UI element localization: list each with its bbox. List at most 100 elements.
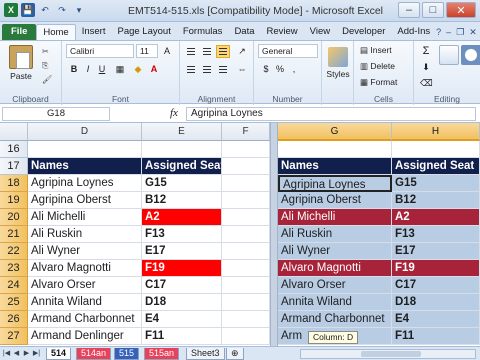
seat-cell[interactable]: G15 (142, 175, 222, 192)
tab-insert[interactable]: Insert (76, 24, 112, 40)
percent-button[interactable]: % (274, 63, 286, 75)
cell-f17[interactable] (222, 158, 270, 175)
name-cell[interactable]: Ali Ruskin (28, 226, 142, 243)
name-cell[interactable]: Annita Wiland (278, 294, 392, 311)
cell-f16[interactable] (222, 141, 270, 158)
name-cell[interactable]: Agripina Oberst (28, 192, 142, 209)
fill-icon[interactable]: ⬇ (420, 61, 432, 73)
format-button[interactable]: ▦ Format (360, 77, 397, 88)
row-header-23[interactable]: 23 (0, 260, 28, 277)
row-header-17[interactable]: 17 (0, 158, 28, 175)
maximize-button[interactable]: □ (422, 2, 444, 18)
styles-button[interactable]: Styles (325, 47, 351, 79)
excel-logo-icon[interactable]: X (4, 3, 18, 17)
name-cell[interactable]: Ali Wyner (278, 243, 392, 260)
next-sheet-icon[interactable]: ▶ (22, 349, 31, 359)
cell-f22[interactable] (222, 243, 270, 260)
sheet-tab-514an[interactable]: 514an (76, 348, 112, 360)
align-top-icon[interactable] (184, 45, 198, 58)
names-header-left[interactable]: Names (28, 158, 142, 175)
redo-icon[interactable]: ↷ (55, 3, 69, 17)
column-header-f[interactable]: F (222, 123, 270, 141)
align-left-icon[interactable] (184, 63, 198, 76)
borders-icon[interactable]: ▦ (114, 63, 126, 75)
merge-icon[interactable]: ⇔ (236, 63, 248, 75)
ribbon-close-icon[interactable]: ✕ (469, 27, 477, 38)
seat-header-right[interactable]: Assigned Seat (392, 158, 480, 175)
cell-f24[interactable] (222, 277, 270, 294)
cell-h16[interactable] (392, 141, 480, 158)
cell-e16[interactable] (142, 141, 222, 158)
minimize-button[interactable]: – (398, 2, 420, 18)
seat-cell[interactable]: D18 (142, 294, 222, 311)
formula-input[interactable]: Agripina Loynes (186, 107, 476, 121)
insert-function-icon[interactable]: fx (170, 107, 178, 119)
row-header-16[interactable]: 16 (0, 141, 28, 158)
row-header-20[interactable]: 20 (0, 209, 28, 226)
undo-icon[interactable]: ↶ (38, 3, 52, 17)
horizontal-scrollbar[interactable] (300, 349, 476, 359)
format-painter-icon[interactable]: 🖌 (42, 75, 54, 85)
name-cell[interactable]: Alvaro Orser (278, 277, 392, 294)
cell-f26[interactable] (222, 311, 270, 328)
insert-sheet-icon[interactable]: ⊕ (226, 348, 244, 360)
window-split-bar[interactable] (270, 123, 278, 346)
currency-button[interactable]: $ (260, 63, 272, 75)
seat-cell[interactable]: F11 (392, 328, 480, 345)
name-cell[interactable]: Alvaro Magnotti (28, 260, 142, 277)
last-sheet-icon[interactable]: ▶| (32, 349, 41, 359)
name-cell[interactable]: Ali Wyner (28, 243, 142, 260)
font-color-icon[interactable]: A (148, 63, 160, 75)
underline-button[interactable]: U (96, 63, 108, 75)
ribbon-minimize-icon[interactable]: – (446, 27, 451, 37)
align-center-icon[interactable] (200, 63, 214, 76)
seat-cell-highlighted[interactable]: F19 (142, 260, 222, 277)
name-cell[interactable]: Alvaro Orser (28, 277, 142, 294)
row-header-25[interactable]: 25 (0, 294, 28, 311)
seat-cell[interactable]: F11 (142, 328, 222, 345)
seat-cell-highlighted[interactable]: A2 (392, 209, 480, 226)
name-cell[interactable]: Armand Denlinger (28, 328, 142, 345)
orientation-icon[interactable]: ↗ (236, 45, 248, 57)
tab-add-ins[interactable]: Add-Ins (391, 24, 436, 40)
name-cell[interactable]: Armand Charbonnet (278, 311, 392, 328)
bold-button[interactable]: B (68, 63, 80, 75)
cell-f18[interactable] (222, 175, 270, 192)
seat-cell[interactable]: F13 (142, 226, 222, 243)
seat-cell-highlighted[interactable]: A2 (142, 209, 222, 226)
tab-page-layout[interactable]: Page Layout (111, 24, 176, 40)
customize-qat-icon[interactable]: ▾ (72, 3, 86, 17)
italic-button[interactable]: I (82, 63, 94, 75)
column-header-d[interactable]: D (28, 123, 142, 141)
sheet-tab-515[interactable]: 515 (114, 348, 140, 360)
seat-cell[interactable]: D18 (392, 294, 480, 311)
row-header-21[interactable]: 21 (0, 226, 28, 243)
seat-cell[interactable]: G15 (392, 175, 480, 192)
seat-cell-highlighted[interactable]: F19 (392, 260, 480, 277)
scrollbar-thumb[interactable] (361, 351, 421, 357)
sheet-tab-514[interactable]: 514 (46, 348, 72, 360)
close-button[interactable]: ✕ (446, 2, 476, 18)
copy-icon[interactable]: ⎘ (42, 61, 54, 71)
tab-developer[interactable]: Developer (336, 24, 391, 40)
clear-icon[interactable]: ⌫ (420, 77, 433, 89)
insert-button[interactable]: ▤ Insert (360, 45, 392, 56)
column-header-h[interactable]: H (392, 123, 480, 141)
find-select-button[interactable] (458, 45, 480, 67)
tab-home[interactable]: Home (36, 24, 76, 40)
comma-button[interactable]: , (288, 63, 300, 75)
name-box[interactable]: G18 (2, 107, 110, 121)
ribbon-restore-icon[interactable]: ❐ (456, 27, 464, 38)
align-right-icon[interactable] (216, 63, 230, 76)
column-header-e[interactable]: E (142, 123, 222, 141)
seat-cell[interactable]: E17 (392, 243, 480, 260)
cell-f27[interactable] (222, 328, 270, 345)
seat-cell[interactable]: F13 (392, 226, 480, 243)
font-name-box[interactable]: Calibri (66, 44, 134, 58)
cell-f20[interactable] (222, 209, 270, 226)
name-cell[interactable]: Ali Michelli (28, 209, 142, 226)
cell-f23[interactable] (222, 260, 270, 277)
row-header-22[interactable]: 22 (0, 243, 28, 260)
seat-header-left[interactable]: Assigned Seat (142, 158, 222, 175)
name-cell-highlighted[interactable]: Ali Michelli (278, 209, 392, 226)
